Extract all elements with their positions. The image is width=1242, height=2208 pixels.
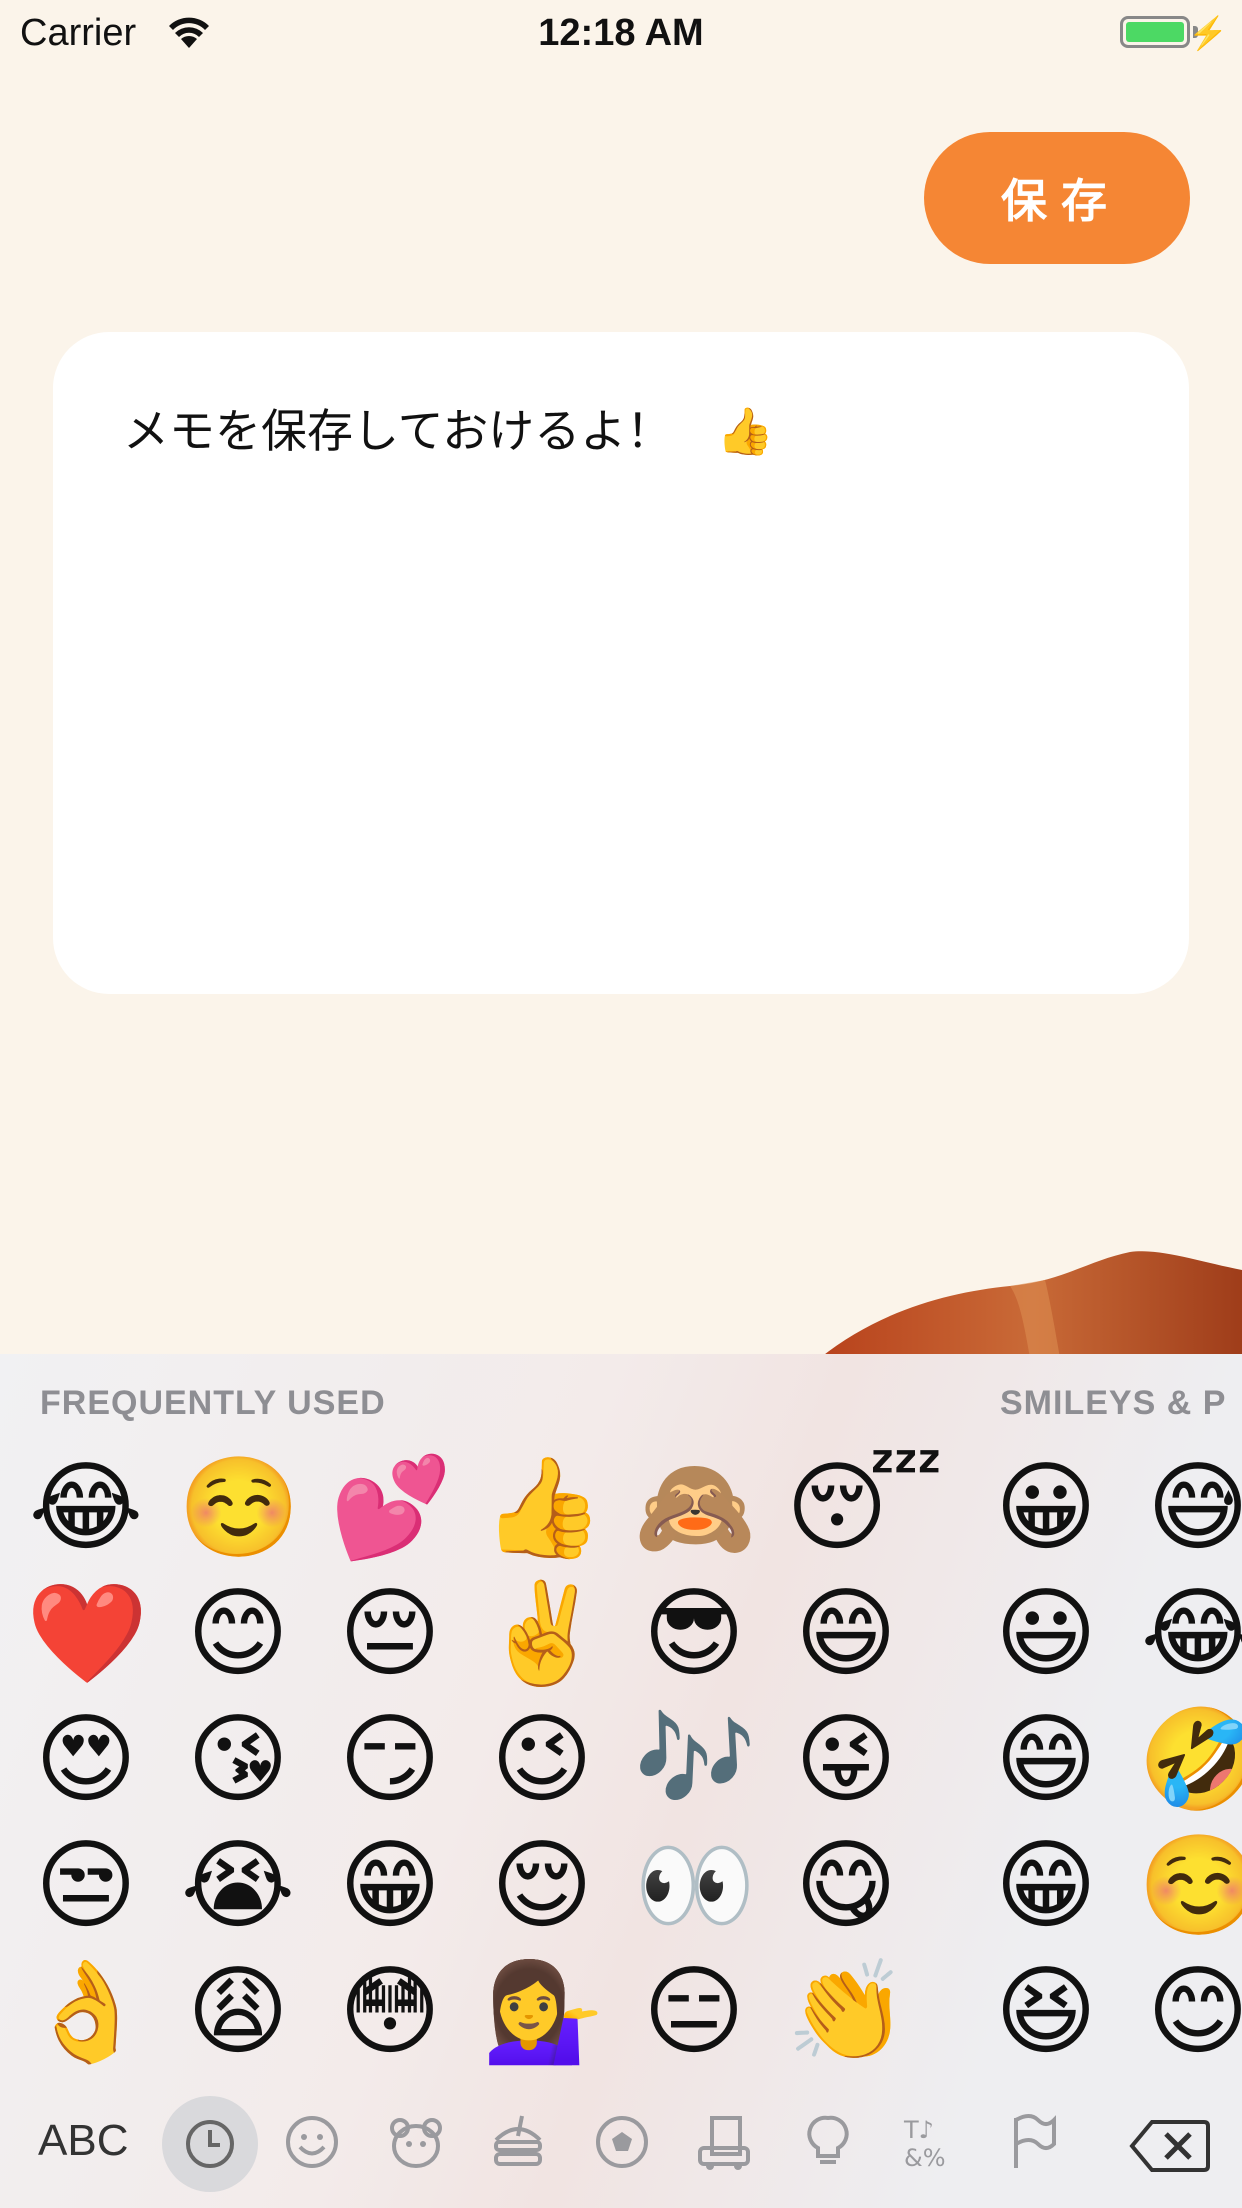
emoji-key[interactable]: 🎶 (634, 1700, 756, 1820)
emoji-key[interactable]: 😊 (1138, 1952, 1242, 2072)
emoji-key[interactable]: 😩 (178, 1952, 298, 2072)
svg-text:T♪: T♪ (903, 2116, 934, 2144)
delete-icon[interactable] (1128, 2118, 1210, 2174)
emoji-key[interactable]: 💁‍♀️ (482, 1952, 604, 2072)
emoji-key[interactable]: 🙈 (634, 1448, 756, 1568)
food-icon[interactable] (488, 2112, 548, 2172)
emoji-key[interactable]: 😭 (178, 1826, 298, 1946)
emoji-key[interactable]: 😍 (26, 1700, 146, 1820)
emoji-key[interactable]: 😄 (786, 1574, 906, 1694)
emoji-key[interactable]: 😁 (330, 1826, 450, 1946)
svg-text:&%: &% (904, 2144, 946, 2172)
emoji-key[interactable]: 😃 (986, 1574, 1106, 1694)
clock-icon (186, 2120, 234, 2168)
status-bar: Carrier 12:18 AM ⚡ (0, 0, 1242, 68)
emoji-key[interactable]: 🤣 (1138, 1700, 1242, 1820)
emoji-key[interactable]: 😉 (482, 1700, 602, 1820)
section-smileys: SMILEYS & P (1000, 1384, 1227, 1422)
emoji-key[interactable]: 😔 (330, 1574, 450, 1694)
emoji-key[interactable]: 😂 (26, 1448, 146, 1568)
emoji-key[interactable]: ✌️ (482, 1574, 604, 1694)
emoji-key[interactable]: ☺️ (1138, 1826, 1242, 1946)
emoji-key[interactable]: 😑 (634, 1952, 754, 2072)
memo-text-area[interactable]: メモを保存しておけるよ！ 👍 (53, 332, 1189, 994)
emoji-key[interactable]: ❤️ (26, 1574, 148, 1694)
emoji-key[interactable]: 👀 (634, 1826, 756, 1946)
bear-icon[interactable] (386, 2112, 446, 2172)
emoji-key[interactable]: 😜 (786, 1700, 906, 1820)
emoji-key[interactable]: 😋 (786, 1826, 906, 1946)
save-button[interactable]: 保存 (924, 132, 1190, 264)
building-icon[interactable] (694, 2112, 754, 2172)
bulb-icon[interactable] (798, 2112, 858, 2172)
thumbs-up-emoji: 👍 (716, 404, 774, 458)
emoji-key[interactable]: 😂 (1138, 1574, 1242, 1694)
emoji-key[interactable]: 😴 (786, 1448, 943, 1568)
emoji-key[interactable]: ☺️ (178, 1448, 300, 1568)
flag-icon[interactable] (1004, 2112, 1064, 2172)
clock-time: 12:18 AM (538, 12, 704, 54)
emoji-key[interactable]: 😀 (986, 1448, 1106, 1568)
emoji-key[interactable]: 👏 (786, 1952, 908, 2072)
emoji-key[interactable]: 👍 (482, 1448, 604, 1568)
emoji-key[interactable]: 😘 (178, 1700, 298, 1820)
section-frequently-used: FREQUENTLY USED (40, 1384, 386, 1422)
memo-text: メモを保存しておけるよ！ (123, 404, 673, 458)
emoji-key[interactable]: 😳 (330, 1952, 450, 2072)
emoji-key[interactable]: 😏 (330, 1700, 450, 1820)
charging-bolt-icon: ⚡ (1188, 15, 1228, 51)
emoji-key[interactable]: 💕 (330, 1448, 452, 1568)
ball-icon[interactable] (592, 2112, 652, 2172)
emoji-key[interactable]: 😎 (634, 1574, 754, 1694)
emoji-key[interactable]: 😅 (1138, 1448, 1242, 1568)
emoji-key[interactable]: 👌 (26, 1952, 148, 2072)
hill-decoration (820, 1251, 1242, 1360)
emoji-key[interactable]: 😌 (482, 1826, 602, 1946)
emoji-key[interactable]: 😄 (986, 1700, 1106, 1820)
emoji-key[interactable]: 😁 (986, 1826, 1106, 1946)
emoji-key[interactable]: 😒 (26, 1826, 146, 1946)
battery-icon (1120, 16, 1190, 48)
abc-button[interactable]: ABC (38, 2116, 128, 2166)
smiley-icon[interactable] (282, 2112, 342, 2172)
symbols-icon[interactable]: T♪ &% (900, 2112, 960, 2172)
emoji-key[interactable]: 😊 (178, 1574, 298, 1694)
emoji-key[interactable]: 😆 (986, 1952, 1106, 2072)
